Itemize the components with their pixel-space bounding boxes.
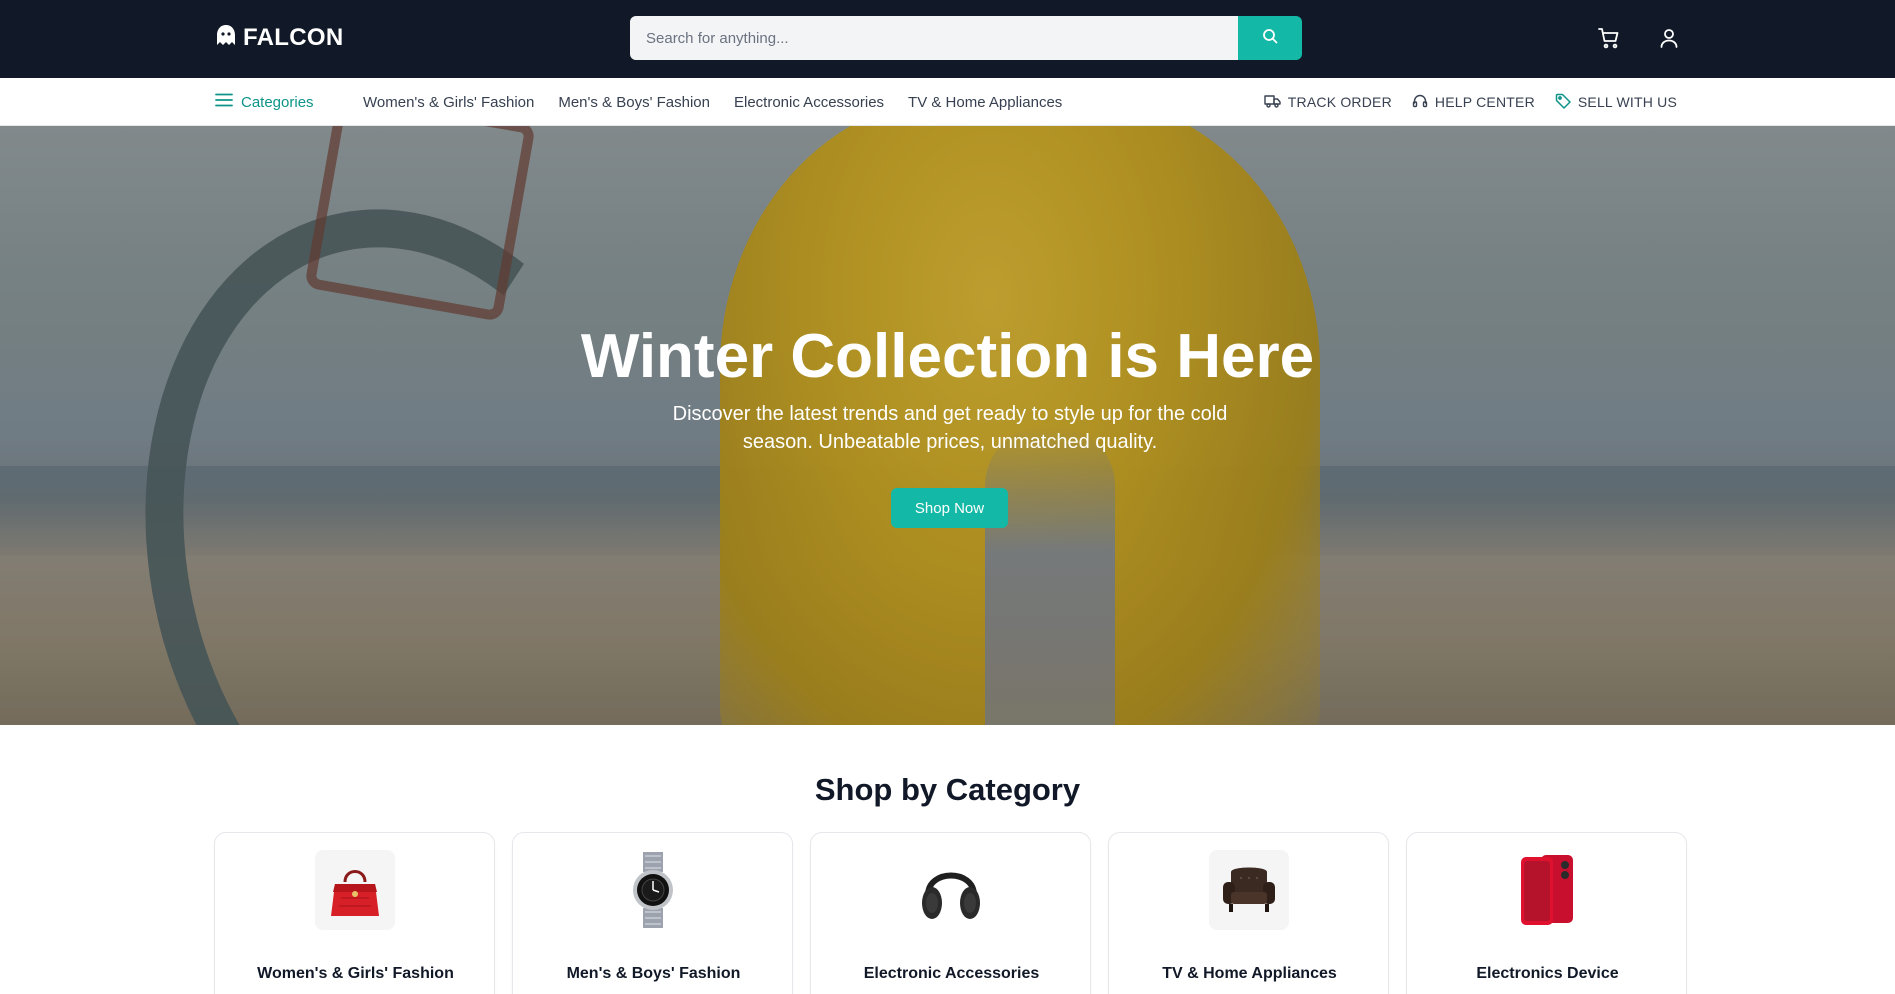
category-label: Women's & Girls' Fashion [257, 965, 454, 982]
tag-icon [1555, 93, 1571, 112]
category-label: Electronics Device [1476, 965, 1619, 982]
category-card-womens-fashion[interactable]: Women's & Girls' Fashion [214, 832, 495, 994]
nav-link-womens-fashion[interactable]: Women's & Girls' Fashion [363, 94, 534, 111]
armchair-icon [1209, 850, 1289, 930]
hero-content: Winter Collection is Here Discover the l… [0, 126, 1895, 725]
header-actions [1595, 24, 1683, 52]
handbag-icon [315, 850, 395, 930]
headphones-icon [911, 850, 991, 930]
category-navbar: Categories Women's & Girls' Fashion Men'… [0, 78, 1895, 126]
search-button[interactable] [1238, 16, 1302, 60]
hero-subtitle: Discover the latest trends and get ready… [672, 403, 1228, 453]
top-header: FALCON [0, 0, 1895, 78]
category-card-tv-home-appliances[interactable]: TV & Home Appliances [1108, 832, 1389, 994]
category-label: Electronic Accessories [863, 965, 1040, 982]
category-label: Men's & Boys' Fashion [566, 965, 741, 982]
smartphone-icon [1507, 850, 1587, 930]
categories-menu-button[interactable]: Categories [215, 90, 314, 114]
nav-link-electronic-accessories[interactable]: Electronic Accessories [734, 94, 884, 111]
shop-by-category-title: Shop by Category [814, 772, 1081, 807]
track-order-label: TRACK ORDER [1287, 94, 1392, 110]
hero-title: Winter Collection is Here [580, 322, 1315, 391]
nav-links: Women's & Girls' Fashion Men's & Boys' F… [363, 90, 1062, 114]
ghost-logo-icon [215, 24, 237, 53]
shop-now-button[interactable]: Shop Now [891, 488, 1008, 528]
logo-text: FALCON [243, 24, 344, 51]
headset-icon [1412, 93, 1428, 112]
help-center-label: HELP CENTER [1434, 94, 1535, 110]
truck-icon [1264, 94, 1281, 111]
category-card-electronics-device[interactable]: Electronics Device [1406, 832, 1687, 994]
user-icon[interactable] [1655, 24, 1683, 52]
categories-label: Categories [241, 93, 314, 111]
nav-link-tv-home-appliances[interactable]: TV & Home Appliances [908, 94, 1062, 111]
cart-icon[interactable] [1595, 24, 1623, 52]
logo[interactable]: FALCON [215, 22, 343, 54]
nav-utility-links: TRACK ORDER HELP CENTER SELL WITH US [1264, 90, 1677, 114]
sell-with-us-label: SELL WITH US [1577, 94, 1677, 110]
search-icon [1262, 28, 1278, 49]
category-label: TV & Home Appliances [1162, 965, 1337, 982]
hamburger-menu-icon [215, 93, 233, 111]
hero-banner: Winter Collection is Here Discover the l… [0, 126, 1895, 725]
category-card-electronic-accessories[interactable]: Electronic Accessories [810, 832, 1091, 994]
search-input[interactable] [630, 16, 1238, 60]
track-order-link[interactable]: TRACK ORDER [1264, 94, 1392, 111]
nav-link-mens-fashion[interactable]: Men's & Boys' Fashion [558, 94, 710, 111]
search-bar [630, 16, 1302, 60]
category-card-mens-fashion[interactable]: Men's & Boys' Fashion [512, 832, 793, 994]
category-cards: Women's & Girls' Fashion Men's & Boys' F… [214, 832, 1687, 994]
watch-icon [613, 850, 693, 930]
help-center-link[interactable]: HELP CENTER [1412, 93, 1535, 112]
sell-with-us-link[interactable]: SELL WITH US [1555, 93, 1677, 112]
